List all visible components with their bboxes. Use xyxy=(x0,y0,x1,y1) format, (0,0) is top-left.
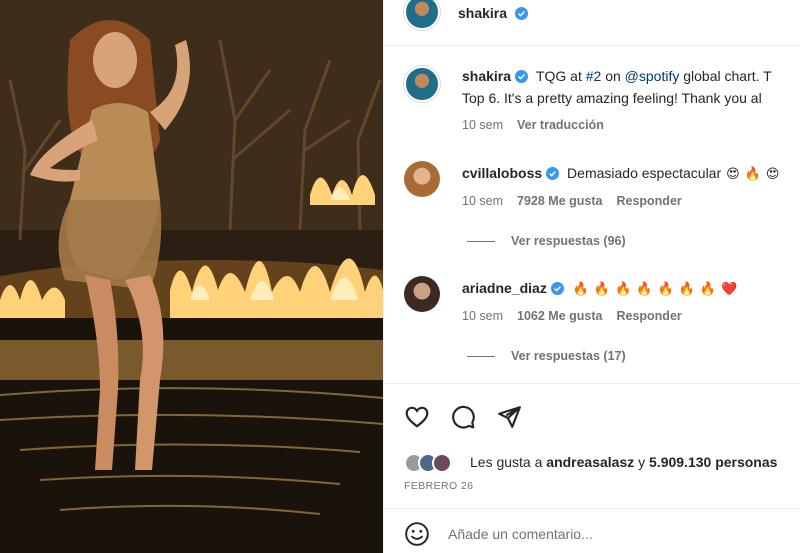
comment-input[interactable] xyxy=(448,521,788,547)
comment-text: cvillaloboss Demasiado espectacular 😍 🔥 😍 xyxy=(462,163,800,184)
replies-divider xyxy=(467,241,495,243)
comment-meta: 10 sem 1062 Me gusta Responder xyxy=(462,309,696,323)
emoji: 🔥 xyxy=(744,166,761,181)
emoji: 🔥 xyxy=(636,281,653,296)
comment: cvillaloboss Demasiado espectacular 😍 🔥 😍 1… xyxy=(384,158,800,258)
reply-button[interactable]: Responder xyxy=(616,194,681,208)
emoji: 🔥 xyxy=(678,281,695,296)
reply-button[interactable]: Responder xyxy=(616,309,681,323)
view-replies-button[interactable]: Ver respuestas (96) xyxy=(467,234,626,248)
author-avatar[interactable] xyxy=(404,0,440,30)
likes-mid: y xyxy=(634,454,650,470)
emoji: ❤️ xyxy=(721,281,738,296)
comment-username[interactable]: ariadne_diaz xyxy=(462,280,547,296)
comment-likes[interactable]: 1062 Me gusta xyxy=(517,309,602,323)
view-replies-label: Ver respuestas (17) xyxy=(511,349,626,363)
view-replies-label: Ver respuestas (96) xyxy=(511,234,626,248)
translate-button[interactable]: Ver traducción xyxy=(517,118,604,132)
comment-avatar[interactable] xyxy=(404,161,440,197)
caption-username[interactable]: shakira xyxy=(462,68,511,84)
emoji: 🔥 xyxy=(615,281,632,296)
emoji: 🔥 xyxy=(699,281,717,296)
paper-plane-icon[interactable] xyxy=(496,404,522,430)
caption: shakira TQG at #2 on @spotify global cha… xyxy=(384,62,800,144)
add-comment-bar xyxy=(384,508,800,553)
caption-mid: on xyxy=(601,68,625,84)
post-date[interactable]: FEBRERO 26 xyxy=(404,480,473,492)
likes-user[interactable]: andreasalasz xyxy=(546,454,634,470)
caption-meta: 10 sem Ver traducción xyxy=(462,118,618,132)
caption-text: shakira TQG at #2 on @spotify global cha… xyxy=(462,66,800,86)
comment-username[interactable]: cvillaloboss xyxy=(462,165,542,181)
comment-bubble-icon[interactable] xyxy=(450,404,476,430)
smiley-icon[interactable] xyxy=(404,521,430,547)
comment-time[interactable]: 10 sem xyxy=(462,309,503,323)
emoji: 🔥 xyxy=(593,281,611,296)
post-header: shakira xyxy=(384,0,800,46)
caption-avatar[interactable] xyxy=(404,66,440,102)
verified-badge-icon xyxy=(515,70,529,83)
emoji: 😍 xyxy=(726,166,740,181)
comment-avatar[interactable] xyxy=(404,276,440,312)
post-side-panel: shakira shakira TQG at #2 on @spotify gl… xyxy=(383,0,800,553)
post-photo[interactable] xyxy=(0,0,383,553)
heart-icon[interactable] xyxy=(404,404,430,430)
emoji: 🔥 xyxy=(572,281,589,296)
post-actions: Les gusta a andreasalasz y 5.909.130 per… xyxy=(384,383,800,553)
emoji: 🔥 xyxy=(657,281,674,296)
author-username-row: shakira xyxy=(458,5,529,22)
author-username[interactable]: shakira xyxy=(458,5,507,21)
post-photo-artwork xyxy=(0,0,383,553)
comment: ariadne_diaz 🔥 🔥 🔥 🔥 🔥 🔥 🔥 ❤️ 10 sem 1062 Me gus… xyxy=(384,273,800,373)
caption-mention[interactable]: @spotify xyxy=(625,68,680,84)
comment-time[interactable]: 10 sem xyxy=(462,194,503,208)
caption-prefix: TQG at xyxy=(535,68,586,84)
likes-count[interactable]: 5.909.130 personas xyxy=(649,454,777,470)
emoji: 😍 xyxy=(765,166,780,181)
verified-badge-icon xyxy=(546,167,560,180)
liker-avatar xyxy=(432,453,452,473)
caption-rest: global chart. T xyxy=(679,68,772,84)
view-replies-button[interactable]: Ver respuestas (17) xyxy=(467,349,626,363)
caption-time[interactable]: 10 sem xyxy=(462,118,503,132)
likes-prefix: Les gusta a xyxy=(470,454,547,470)
replies-divider xyxy=(467,356,495,358)
likes-text: Les gusta a andreasalasz y 5.909.130 per… xyxy=(470,454,777,470)
comment-body: Demasiado espectacular xyxy=(567,165,722,181)
comment-meta: 10 sem 7928 Me gusta Responder xyxy=(462,194,696,208)
verified-badge-icon xyxy=(550,282,564,295)
verified-badge-icon xyxy=(515,7,529,20)
comment-likes[interactable]: 7928 Me gusta xyxy=(517,194,602,208)
caption-line2: Top 6. It's a pretty amazing feeling! Th… xyxy=(462,90,762,106)
caption-hashtag[interactable]: #2 xyxy=(586,68,602,84)
comment-text: ariadne_diaz 🔥 🔥 🔥 🔥 🔥 🔥 🔥 ❤️ xyxy=(462,278,800,299)
